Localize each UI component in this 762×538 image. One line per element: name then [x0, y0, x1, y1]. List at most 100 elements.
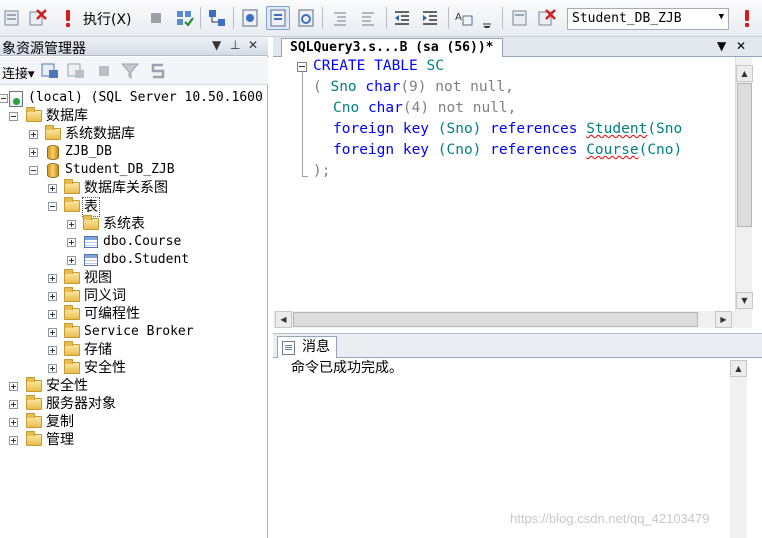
- uncomment-icon[interactable]: [358, 8, 378, 28]
- tree-label: (local) (SQL Server 10.50.1600: [28, 90, 263, 105]
- query-options-icon[interactable]: [207, 8, 227, 28]
- sql-punct: not null,: [426, 79, 514, 95]
- tree-label: 数据库: [46, 108, 88, 124]
- sql-identifier: (Cno): [638, 142, 683, 158]
- expand-icon[interactable]: [29, 130, 38, 139]
- document-tabbar: SQLQuery3.s...B (sa (56))* ▼ ✕: [273, 37, 762, 57]
- scroll-right-icon[interactable]: ▶: [715, 311, 732, 328]
- parse-icon[interactable]: [174, 8, 194, 28]
- close-icon[interactable]: ✕: [736, 39, 746, 53]
- execute-icon[interactable]: [58, 8, 78, 28]
- tree-label: 同义词: [84, 288, 126, 304]
- tab-list-icon[interactable]: ▼: [717, 39, 726, 53]
- stop-icon[interactable]: [94, 62, 114, 80]
- expand-icon[interactable]: [67, 256, 76, 265]
- tree-label-selected: 表: [82, 197, 100, 217]
- scroll-down-icon[interactable]: ▼: [736, 292, 753, 309]
- code-line-3: Cno char(4) not null,: [333, 98, 516, 119]
- disconnect-db-icon[interactable]: [537, 8, 557, 28]
- pin-icon[interactable]: ⊥: [230, 38, 240, 52]
- comment-icon[interactable]: [330, 8, 350, 28]
- increase-indent-icon[interactable]: [420, 8, 440, 28]
- tree-label: 视图: [84, 270, 112, 286]
- tab-messages[interactable]: 消息: [277, 336, 337, 359]
- database-select[interactable]: Student_DB_ZJB ▼: [567, 8, 729, 30]
- filter-icon[interactable]: [120, 62, 140, 80]
- sql-punct: );: [313, 163, 331, 179]
- folder-icon: [26, 413, 42, 428]
- stop-icon[interactable]: [146, 8, 166, 28]
- client-stats-icon[interactable]: [296, 8, 316, 28]
- expand-icon[interactable]: [48, 292, 57, 301]
- watermark: https://blog.csdn.net/qq_42103479: [510, 511, 710, 526]
- expand-icon[interactable]: [48, 310, 57, 319]
- scroll-left-icon[interactable]: ◀: [275, 311, 292, 328]
- display-plan-icon[interactable]: [240, 8, 260, 28]
- collapse-icon[interactable]: [29, 166, 38, 175]
- scroll-up-icon[interactable]: ▲: [730, 360, 747, 377]
- query-editor[interactable]: CREATE TABLE SC ( Sno char(9) not null, …: [273, 57, 735, 311]
- expand-icon[interactable]: [48, 328, 57, 337]
- sql-identifier: (Sno: [647, 121, 683, 137]
- expand-icon[interactable]: [48, 184, 57, 193]
- expand-icon[interactable]: [67, 220, 76, 229]
- connect-server-icon[interactable]: [40, 62, 60, 80]
- expand-icon[interactable]: [9, 382, 18, 391]
- tree-label: 复制: [46, 414, 74, 430]
- collapse-icon[interactable]: [0, 94, 8, 103]
- specify-values-icon[interactable]: A: [454, 8, 474, 28]
- connect-button[interactable]: 连接▾: [2, 63, 35, 82]
- object-explorer: 象资源管理器 ▼ ⊥ ✕ 连接▾ (local) (SQL Server 10.…: [0, 37, 268, 538]
- toolbar-separator: [386, 7, 387, 29]
- include-plan-button[interactable]: [266, 6, 290, 30]
- new-query-icon[interactable]: [2, 8, 22, 28]
- tree-label: dbo.Course: [103, 234, 182, 249]
- sql-punct: (4): [402, 100, 430, 116]
- collapse-icon[interactable]: [9, 112, 18, 121]
- messages-scrollbar[interactable]: ▲: [730, 360, 747, 538]
- database-icon: [47, 145, 59, 160]
- decrease-indent-icon[interactable]: [392, 8, 412, 28]
- pane-menu-icon[interactable]: ▼: [212, 38, 221, 52]
- sql-keyword: foreign key: [333, 121, 430, 137]
- folder-icon: [83, 215, 99, 230]
- expand-icon[interactable]: [9, 418, 18, 427]
- refresh-icon[interactable]: [148, 62, 168, 80]
- disconnect-icon[interactable]: [28, 8, 48, 28]
- expand-icon[interactable]: [9, 436, 18, 445]
- tree-label: 系统表: [103, 216, 145, 232]
- tab-query[interactable]: SQLQuery3.s...B (sa (56))*: [281, 38, 503, 57]
- expand-icon[interactable]: [48, 364, 57, 373]
- folder-icon: [26, 377, 42, 392]
- sql-keyword: char: [367, 100, 403, 116]
- sql-identifier: Course: [586, 142, 639, 158]
- folder-icon: [26, 431, 42, 446]
- execute-icon-2[interactable]: [737, 8, 757, 28]
- execute-button[interactable]: 执行(X): [83, 9, 132, 29]
- close-icon[interactable]: ✕: [248, 38, 258, 52]
- editor-vertical-scrollbar[interactable]: ▲ ▼: [735, 57, 753, 311]
- expand-icon[interactable]: [29, 148, 38, 157]
- tree-label: Service Broker: [84, 324, 194, 339]
- code-area[interactable]: CREATE TABLE SC ( Sno char(9) not null, …: [293, 57, 735, 311]
- tree-label: 系统数据库: [65, 126, 135, 142]
- expand-icon[interactable]: [67, 238, 76, 247]
- expand-icon[interactable]: [48, 274, 57, 283]
- expand-icon[interactable]: [9, 400, 18, 409]
- tab-messages-label: 消息: [302, 339, 330, 355]
- scroll-thumb[interactable]: [737, 83, 752, 227]
- editor-horizontal-scrollbar[interactable]: ◀ ▶: [273, 311, 735, 328]
- object-explorer-toolbar: 连接▾: [0, 57, 268, 85]
- collapse-icon[interactable]: [48, 202, 57, 211]
- tree-label: 存储: [84, 342, 112, 358]
- folder-icon: [64, 323, 80, 338]
- toolbar-overflow-icon[interactable]: [480, 8, 494, 28]
- tree-label: Student_DB_ZJB: [65, 162, 175, 177]
- code-line-2: ( Sno char(9) not null,: [313, 77, 514, 98]
- code-line-6: );: [313, 161, 330, 182]
- disconnect-server-icon[interactable]: [66, 62, 86, 80]
- scroll-up-icon[interactable]: ▲: [736, 65, 753, 82]
- connect-icon[interactable]: [510, 8, 530, 28]
- expand-icon[interactable]: [48, 346, 57, 355]
- scroll-thumb[interactable]: [293, 312, 698, 327]
